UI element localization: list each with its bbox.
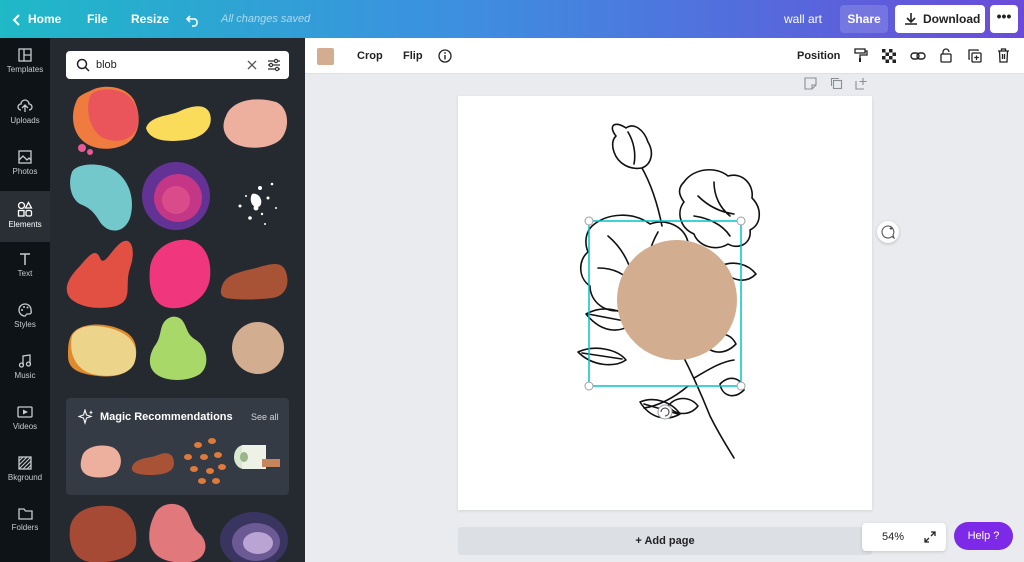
rail-label: Elements — [8, 220, 42, 229]
video-icon — [17, 406, 33, 418]
elements-icon — [17, 201, 33, 217]
blob-tile[interactable] — [220, 264, 288, 300]
rotate-handle[interactable] — [657, 404, 673, 420]
design-page[interactable] — [458, 96, 872, 510]
comment-button[interactable] — [877, 221, 899, 243]
download-button[interactable]: Download — [895, 5, 985, 33]
add-page-icon[interactable] — [855, 77, 868, 90]
rail-label: Uploads — [10, 116, 40, 125]
blob-tile[interactable] — [146, 106, 211, 141]
rail-item-uploads[interactable]: Uploads — [0, 89, 50, 140]
zoom-level: 54% — [882, 531, 905, 543]
help-button[interactable]: Help ? — [954, 522, 1013, 550]
lock-icon[interactable] — [940, 48, 952, 63]
rail-item-templates[interactable]: Templates — [0, 38, 50, 89]
design-title[interactable]: wall art — [784, 0, 822, 38]
context-toolbar: Crop Flip Position — [305, 38, 1024, 74]
floral-illustration — [577, 123, 761, 459]
rail-item-music[interactable]: Music — [0, 344, 50, 395]
rail-label: Folders — [11, 523, 39, 532]
blob-tile[interactable] — [220, 512, 288, 562]
rail-item-photos[interactable]: Photos — [0, 140, 50, 191]
rail-item-videos[interactable]: Videos — [0, 395, 50, 446]
rail-label: Photos — [12, 167, 38, 176]
photos-icon — [18, 150, 32, 164]
duplicate-icon[interactable] — [968, 49, 982, 63]
recommendation-item[interactable] — [80, 445, 121, 478]
palette-icon — [18, 303, 32, 317]
magic-title: Magic Recommendations — [100, 411, 233, 423]
rail-label: Music — [14, 371, 36, 380]
comment-add-icon — [881, 225, 895, 239]
copy-page-icon[interactable] — [830, 77, 843, 90]
save-status: All changes saved — [221, 13, 311, 25]
rail-label: Text — [17, 269, 33, 278]
rail-label: Videos — [12, 422, 38, 431]
blob-tile[interactable] — [70, 164, 132, 231]
rail-label: Bkground — [7, 473, 43, 482]
ellipsis-icon: ••• — [996, 8, 1012, 24]
undo-button[interactable] — [185, 0, 200, 38]
rail-item-styles[interactable]: Styles — [0, 293, 50, 344]
expand-icon[interactable] — [924, 531, 936, 543]
flip-button[interactable]: Flip — [403, 38, 423, 74]
trash-icon[interactable] — [997, 48, 1010, 63]
share-button[interactable]: Share — [840, 5, 888, 33]
link-icon[interactable] — [910, 49, 926, 63]
top-bar: Home File Resize All changes saved wall … — [0, 0, 1024, 38]
side-rail: Templates Uploads Photos Elements Text S… — [0, 38, 50, 562]
info-icon[interactable] — [438, 49, 452, 63]
blob-tile[interactable] — [69, 505, 137, 562]
home-label: Home — [28, 12, 62, 26]
blob-tile[interactable] — [73, 86, 139, 155]
rail-item-folders[interactable]: Folders — [0, 497, 50, 548]
rail-item-elements[interactable]: Elements — [0, 191, 50, 242]
blob-tile[interactable] — [232, 322, 284, 374]
rail-item-text[interactable]: Text — [0, 242, 50, 293]
file-menu[interactable]: File — [87, 0, 108, 38]
download-icon — [905, 13, 917, 25]
more-options-button[interactable]: ••• — [990, 5, 1018, 33]
undo-icon — [185, 15, 198, 27]
magic-recommendations: Magic Recommendations See all — [66, 398, 289, 495]
blob-tile[interactable] — [142, 162, 210, 230]
blob-tile[interactable] — [68, 324, 137, 377]
blob-tile[interactable] — [149, 239, 211, 309]
sparkle-icon — [78, 409, 93, 425]
recommendation-item[interactable] — [184, 438, 226, 484]
rail-label: Styles — [14, 320, 36, 329]
blob-tile[interactable] — [223, 99, 288, 148]
resize-button[interactable]: Resize — [131, 0, 169, 38]
download-label: Download — [923, 12, 981, 26]
rail-item-background[interactable]: Bkground — [0, 446, 50, 497]
blob-tile[interactable] — [66, 240, 133, 308]
blob-tile[interactable] — [149, 316, 207, 380]
folder-icon — [17, 508, 33, 520]
home-button[interactable]: Home — [12, 0, 61, 38]
blob-tile[interactable] — [238, 182, 278, 225]
elements-panel: Magic Recommendations See all — [50, 38, 305, 562]
color-swatch[interactable] — [317, 48, 334, 65]
magic-items — [80, 438, 280, 484]
templates-icon — [18, 48, 32, 62]
blob-tile[interactable] — [149, 503, 206, 562]
rail-label: Templates — [6, 65, 44, 74]
add-page-button[interactable]: + Add page — [458, 527, 872, 555]
background-icon — [18, 456, 32, 470]
text-icon — [20, 253, 30, 265]
upload-icon — [17, 99, 33, 112]
recommendation-item[interactable] — [234, 445, 280, 469]
see-all-link[interactable]: See all — [251, 412, 279, 422]
note-icon[interactable] — [804, 77, 817, 90]
music-icon — [18, 354, 32, 368]
chevron-left-icon — [12, 14, 20, 26]
zoom-control[interactable]: 54% — [862, 523, 946, 551]
crop-button[interactable]: Crop — [357, 38, 383, 74]
paint-roller-icon[interactable] — [854, 48, 868, 63]
recommendation-item[interactable] — [131, 453, 174, 475]
canvas-area: + Add page — [305, 74, 1024, 562]
transparency-icon[interactable] — [882, 49, 896, 63]
selected-blob[interactable] — [617, 240, 737, 360]
position-button[interactable]: Position — [797, 38, 840, 74]
